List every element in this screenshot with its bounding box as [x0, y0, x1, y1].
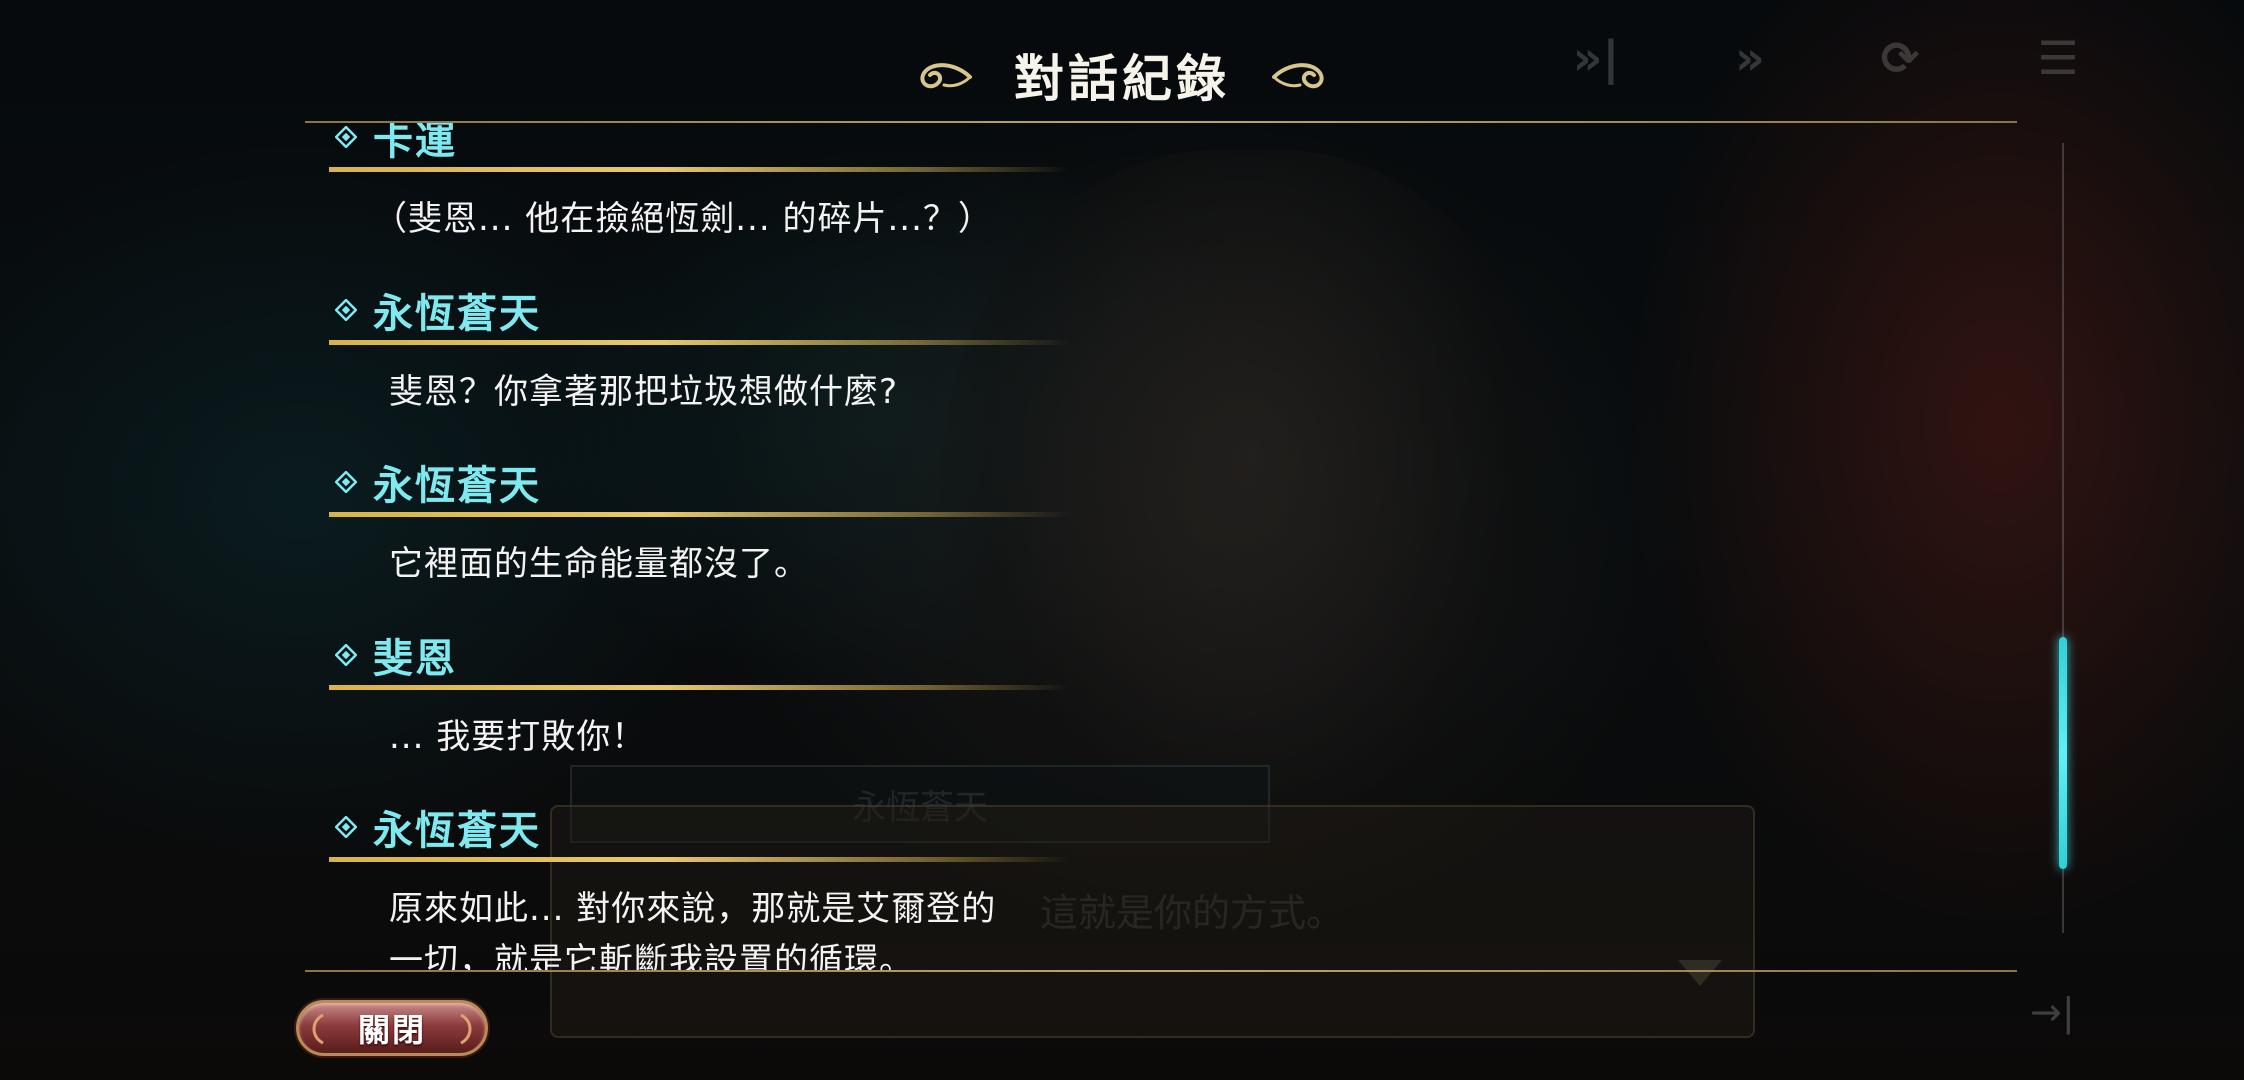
speaker-name: 斐恩 — [373, 635, 457, 682]
log-entry: 卡運 （斐恩... 他在撿絕恆劍... 的碎片...？） — [305, 123, 2017, 282]
speaker-name: 卡運 — [373, 123, 457, 164]
speaker-row: 永恆蒼天 — [335, 799, 541, 855]
diamond-bullet-icon — [335, 643, 357, 666]
close-right-ornament-icon — [460, 1013, 472, 1045]
dialog-line: 一切，就是它斬斷我設置的循環。 — [389, 941, 914, 970]
dialog-line: 它裡面的生命能量都沒了。 — [389, 544, 809, 584]
dialog-line: （斐恩... 他在撿絕恆劍... 的碎片...？） — [373, 199, 993, 239]
speaker-underline — [329, 167, 1069, 172]
diamond-bullet-icon — [335, 126, 357, 148]
dialog-line: ... 我要打敗你！ — [389, 716, 647, 757]
dialog-line: 原來如此... 對你來說，那就是艾爾登的 — [389, 889, 997, 929]
speaker-name: 永恆蒼天 — [373, 463, 541, 509]
log-entry: 永恆蒼天它裡面的生命能量都沒了。 — [305, 454, 2017, 627]
speaker-underline — [329, 512, 1069, 517]
close-left-ornament-icon — [312, 1013, 324, 1045]
skip-end-icon[interactable]: →| — [2030, 990, 2075, 1034]
dialog-log-list[interactable]: 卡運 （斐恩... 他在撿絕恆劍... 的碎片...？） 永恆蒼天 斐恩？你拿著那把垃… — [305, 123, 2017, 970]
scrollbar-thumb[interactable] — [2059, 637, 2067, 869]
log-header: 對話紀錄 — [0, 30, 2244, 120]
right-ornament-icon — [1272, 63, 1324, 89]
speaker-underline — [329, 684, 1069, 690]
speaker-row: 斐恩 — [335, 627, 457, 683]
close-button[interactable]: 關閉 — [296, 1000, 488, 1056]
diamond-bullet-icon — [335, 816, 357, 838]
speaker-underline — [329, 857, 1069, 862]
speaker-row: 永恆蒼天 — [335, 282, 541, 338]
diamond-bullet-icon — [335, 298, 357, 321]
speaker-row: 永恆蒼天 — [335, 454, 541, 510]
diamond-bullet-icon — [335, 471, 357, 493]
footer-divider — [305, 970, 2017, 972]
speaker-underline — [329, 339, 1069, 345]
speaker-name: 永恆蒼天 — [373, 290, 541, 337]
page-title: 對話紀錄 — [1014, 50, 1230, 108]
speaker-name: 永恆蒼天 — [373, 808, 541, 854]
speaker-row: 卡運 — [335, 123, 457, 165]
log-entry: 永恆蒼天斐恩？你拿著那把垃圾想做什麼? — [305, 282, 2017, 455]
log-entry: 斐恩 ... 我要打敗你！ — [305, 627, 2017, 800]
close-button-label: 關閉 — [357, 1011, 426, 1049]
log-entry: 永恆蒼天原來如此... 對你來說，那就是艾爾登的一切，就是它斬斷我設置的循環。 — [305, 799, 2017, 970]
left-ornament-icon — [920, 63, 972, 89]
dialog-line: 斐恩？你拿著那把垃圾想做什麼? — [389, 371, 899, 412]
